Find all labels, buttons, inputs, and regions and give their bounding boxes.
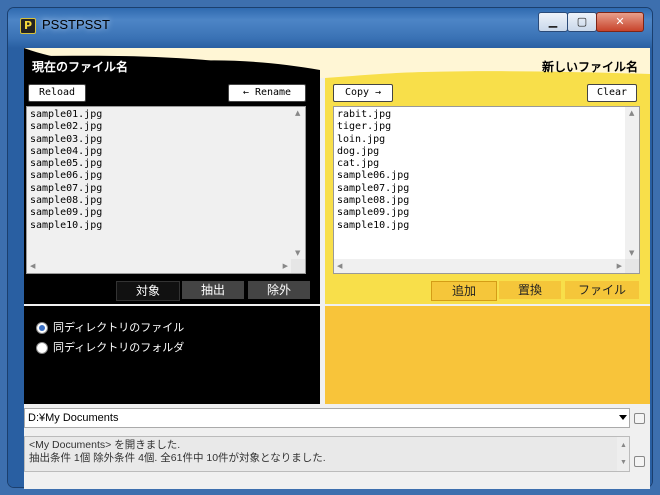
radio-checked-icon[interactable] <box>36 322 48 334</box>
current-files-list[interactable]: sample01.jpg sample02.jpg sample03.jpg samp… <box>26 106 306 274</box>
reload-button[interactable]: Reload <box>28 84 86 102</box>
scroll-up-icon[interactable]: ▲ <box>629 109 634 117</box>
radio-label: 同ディレクトリのフォルダ <box>53 341 185 354</box>
list-item[interactable]: sample05.jpg <box>30 158 102 170</box>
status-line: 抽出条件 1個 除外条件 4個. 全61件中 10件が対象となりました. <box>29 452 326 464</box>
list-item[interactable]: sample08.jpg <box>337 195 409 207</box>
minimize-button[interactable]: ▁ <box>538 12 568 32</box>
new-files-pane: Copy → Clear rabit.jpg tiger.jpg loin.jpg d… <box>325 78 650 304</box>
client-area: 現在のファイル名 新しいファイル名 Reload ← Rename sample… <box>24 48 650 489</box>
current-files-pane: Reload ← Rename sample01.jpg sample02.jpg… <box>24 78 320 304</box>
radio-unchecked-icon[interactable] <box>36 342 48 354</box>
horizontal-scrollbar[interactable]: ◀ ▶ <box>27 259 291 273</box>
list-item[interactable]: sample10.jpg <box>30 220 102 232</box>
clear-button[interactable]: Clear <box>587 84 637 102</box>
tab-file[interactable]: ファイル <box>565 281 639 299</box>
scroll-corner <box>625 259 639 273</box>
target-options-panel: 同ディレクトリのファイル 同ディレクトリのフォルダ <box>24 306 320 404</box>
minimize-icon: ▁ <box>548 15 558 28</box>
list-item[interactable]: rabit.jpg <box>337 109 409 121</box>
app-logo-icon: P <box>20 18 36 34</box>
current-filename-label: 現在のファイル名 <box>32 60 129 74</box>
list-item[interactable]: sample02.jpg <box>30 121 102 133</box>
tab-add[interactable]: 追加 <box>431 281 497 301</box>
list-item[interactable]: sample07.jpg <box>30 183 102 195</box>
rename-button[interactable]: ← Rename <box>228 84 306 102</box>
scroll-right-icon[interactable]: ▶ <box>283 262 288 270</box>
new-files-items: rabit.jpg tiger.jpg loin.jpg dog.jpg cat.jpg… <box>337 109 409 232</box>
status-side-button[interactable] <box>634 456 645 467</box>
horizontal-scrollbar[interactable]: ◀ ▶ <box>334 259 625 273</box>
scroll-left-icon[interactable]: ◀ <box>337 262 342 270</box>
list-item[interactable]: tiger.jpg <box>337 121 409 133</box>
tab-exclude[interactable]: 除外 <box>248 281 310 299</box>
list-item[interactable]: sample10.jpg <box>337 220 409 232</box>
new-filename-label: 新しいファイル名 <box>541 60 638 74</box>
scroll-down-icon[interactable]: ▼ <box>629 249 634 257</box>
copy-button[interactable]: Copy → <box>333 84 393 102</box>
scroll-up-icon[interactable]: ▲ <box>620 439 627 452</box>
path-side-button[interactable] <box>634 413 645 424</box>
maximize-button[interactable]: ▢ <box>567 12 597 32</box>
scroll-up-icon[interactable]: ▲ <box>295 109 300 117</box>
list-item[interactable]: sample04.jpg <box>30 146 102 158</box>
vertical-scrollbar[interactable]: ▲ ▼ <box>625 107 639 259</box>
list-item[interactable]: sample08.jpg <box>30 195 102 207</box>
tab-replace[interactable]: 置換 <box>499 281 561 299</box>
new-files-list[interactable]: rabit.jpg tiger.jpg loin.jpg dog.jpg cat.jpg… <box>333 106 640 274</box>
title-bar[interactable]: P PSSTPSST ▁ ▢ ✕ <box>8 8 652 40</box>
directory-path-combo[interactable]: D:¥My Documents <box>24 408 630 428</box>
current-files-items: sample01.jpg sample02.jpg sample03.jpg samp… <box>30 109 102 232</box>
tab-target[interactable]: 対象 <box>116 281 180 301</box>
list-item[interactable]: sample07.jpg <box>337 183 409 195</box>
list-item[interactable]: sample01.jpg <box>30 109 102 121</box>
scroll-corner <box>291 259 305 273</box>
list-item[interactable]: sample06.jpg <box>337 170 409 182</box>
window-title: PSSTPSST <box>42 17 110 32</box>
scroll-down-icon[interactable]: ▼ <box>620 456 627 469</box>
add-options-panel <box>325 306 650 404</box>
scroll-down-icon[interactable]: ▼ <box>295 249 300 257</box>
list-item[interactable]: cat.jpg <box>337 158 409 170</box>
scroll-left-icon[interactable]: ◀ <box>30 262 35 270</box>
close-button[interactable]: ✕ <box>596 12 644 32</box>
close-icon: ✕ <box>615 15 625 28</box>
status-line: <My Documents> を開きました. <box>29 439 181 451</box>
tab-extract[interactable]: 抽出 <box>182 281 244 299</box>
list-item[interactable]: loin.jpg <box>337 134 409 146</box>
status-log: <My Documents> を開きました. 抽出条件 1個 除外条件 4個. … <box>24 436 630 472</box>
list-item[interactable]: sample03.jpg <box>30 134 102 146</box>
directory-path-value: D:¥My Documents <box>28 412 119 424</box>
list-item[interactable]: sample09.jpg <box>30 207 102 219</box>
maximize-icon: ▢ <box>576 15 588 28</box>
chevron-down-icon[interactable] <box>619 415 627 420</box>
header-banner: 現在のファイル名 新しいファイル名 <box>24 48 650 78</box>
scroll-right-icon[interactable]: ▶ <box>617 262 622 270</box>
vertical-scrollbar[interactable]: ▲ ▼ <box>291 107 305 259</box>
list-item[interactable]: sample09.jpg <box>337 207 409 219</box>
app-window: P PSSTPSST ▁ ▢ ✕ 現在のファイル名 新しいファイル名 Reloa… <box>8 8 652 489</box>
status-scrollbar[interactable]: ▲ ▼ <box>617 437 629 471</box>
radio-label: 同ディレクトリのファイル <box>53 321 185 334</box>
list-item[interactable]: dog.jpg <box>337 146 409 158</box>
list-item[interactable]: sample06.jpg <box>30 170 102 182</box>
